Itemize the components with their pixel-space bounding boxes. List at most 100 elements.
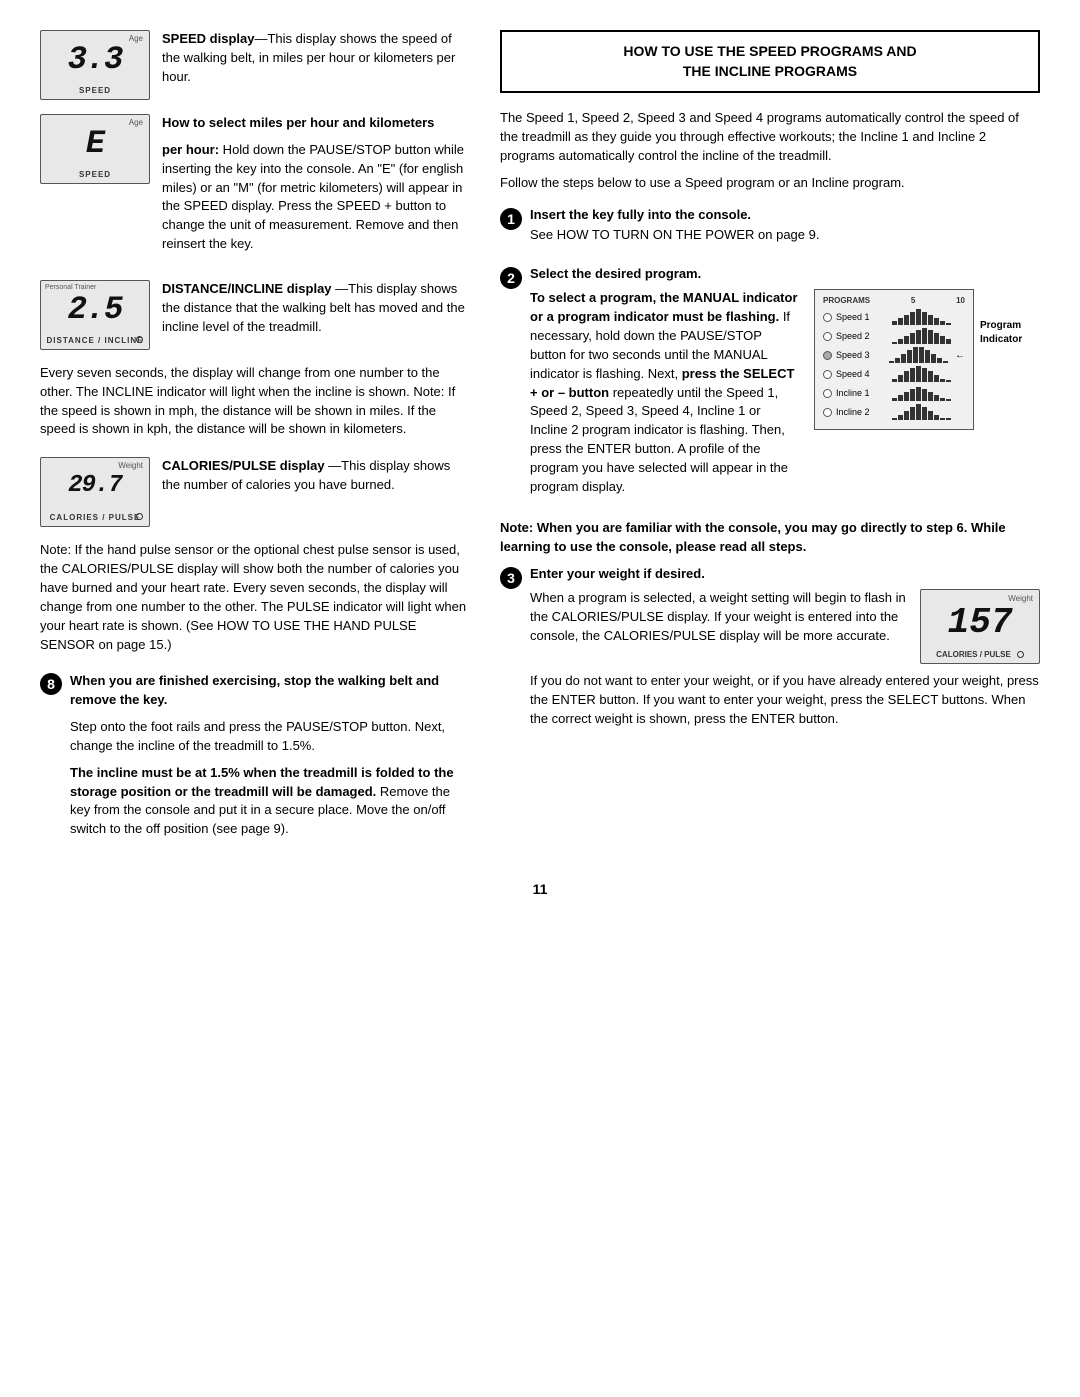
prog-bars-incline1 — [892, 385, 951, 401]
speed-lcd-display: Age 3.3 SPEED — [40, 30, 150, 100]
prog-label-incline2: Incline 2 — [836, 407, 888, 417]
distance-heading: DISTANCE/INCLINE — [162, 281, 283, 296]
step-8-content: When you are finished exercising, stop t… — [70, 672, 470, 847]
prog-bar — [946, 323, 951, 325]
right-intro: The Speed 1, Speed 2, Speed 3 and Speed … — [500, 109, 1040, 166]
distance-lcd-value: 2.5 — [68, 291, 123, 328]
step-8-block: 8 When you are finished exercising, stop… — [40, 672, 470, 847]
step-2-text-wrap: To select a program, the MANUAL indicato… — [530, 289, 800, 504]
step-2-content: Select the desired program. To select a … — [530, 266, 1040, 504]
step-3-text-area: When a program is selected, a weight set… — [530, 589, 908, 654]
prog-arrow: ← — [955, 350, 965, 361]
step-1-content: Insert the key fully into the console. S… — [530, 207, 1040, 253]
distance-section: Personal Trainer 2.5 DISTANCE / INCLINE … — [40, 280, 470, 439]
prog-bar — [910, 407, 915, 420]
prog-bar — [943, 361, 948, 363]
step-2-body: To select a program, the MANUAL indicato… — [530, 289, 800, 496]
distance-dot-indicator — [136, 336, 143, 343]
prog-bar — [889, 361, 894, 363]
prog-row-speed3: Speed 3 — [823, 347, 965, 363]
prog-row-speed2: Speed 2 — [823, 328, 965, 344]
prog-label-speed2: Speed 2 — [836, 331, 888, 341]
prog-header-right: 10 — [956, 296, 965, 305]
prog-bar — [895, 358, 900, 363]
prog-bar — [946, 418, 951, 420]
step-2-number: 2 — [500, 267, 522, 289]
speed-display-text: SPEED display—This display shows the spe… — [162, 30, 470, 95]
step-3-weight-display: Weight 157 CALORIES / PULSE — [920, 589, 1040, 664]
miles-section: Age E SPEED How to select miles per hour… — [40, 114, 470, 262]
prog-bars-speed2 — [892, 328, 951, 344]
step-3-number: 3 — [500, 567, 522, 589]
right-follow: Follow the steps below to use a Speed pr… — [500, 174, 1040, 193]
prog-bar — [898, 395, 903, 401]
prog-bar — [925, 350, 930, 363]
miles-text1: per hour: — [162, 142, 219, 157]
prog-bar — [910, 389, 915, 401]
left-column: Age 3.3 SPEED SPEED display—This display… — [40, 30, 470, 861]
prog-bar — [907, 350, 912, 363]
prog-row-speed1: Speed 1 — [823, 309, 965, 325]
prog-bar — [904, 411, 909, 420]
step-1-text: See HOW TO TURN ON THE POWER on page 9. — [530, 226, 1040, 245]
prog-bar — [922, 407, 927, 420]
distance-lcd-label: DISTANCE / INCLINE — [41, 336, 149, 345]
page-number: 11 — [40, 881, 1040, 897]
distance-note: Every seven seconds, the display will ch… — [40, 364, 470, 439]
prog-bar — [892, 342, 897, 344]
speed-lcd-label: SPEED — [41, 86, 149, 95]
step-8-heading: When you are finished exercising, stop t… — [70, 673, 439, 707]
miles-lcd-display: Age E SPEED — [40, 114, 150, 184]
prog-bar — [901, 354, 906, 363]
prog-radio-speed3 — [823, 351, 832, 360]
step-2-bold1: To select a program, the MANUAL indicato… — [530, 290, 798, 324]
program-indicator-label: ProgramIndicator — [980, 319, 1040, 347]
prog-bar — [916, 366, 921, 382]
prog-bar — [934, 333, 939, 344]
speed-display-section: Age 3.3 SPEED SPEED display—This display… — [40, 30, 470, 100]
prog-bar — [922, 389, 927, 401]
prog-header: PROGRAMS 5 10 — [823, 296, 965, 305]
prog-bar — [910, 333, 915, 344]
prog-radio-incline2 — [823, 408, 832, 417]
prog-bar — [904, 336, 909, 344]
prog-bar — [904, 392, 909, 401]
prog-bar — [946, 380, 951, 382]
prog-bar — [898, 375, 903, 382]
calories-lcd-label: CALORIES / PULSE — [41, 513, 149, 522]
prog-bar — [931, 354, 936, 363]
step-3-dot — [1017, 651, 1024, 658]
how-to-box: HOW TO USE THE SPEED PROGRAMS AND THE IN… — [500, 30, 1040, 93]
prog-bar — [946, 399, 951, 401]
prog-radio-speed2 — [823, 332, 832, 341]
step-1-number: 1 — [500, 208, 522, 230]
prog-bar — [940, 398, 945, 401]
miles-age-label: Age — [129, 118, 143, 127]
step-3-lcd-bottom: CALORIES / PULSE — [921, 650, 1039, 659]
calories-note: Note: If the hand pulse sensor or the op… — [40, 541, 470, 654]
speed-lcd-value: 3.3 — [68, 41, 123, 78]
prog-bar — [892, 379, 897, 382]
step-3-lcd-value: 157 — [948, 602, 1013, 643]
prog-bar — [928, 371, 933, 382]
prog-header-left: PROGRAMS — [823, 296, 870, 305]
prog-label-speed4: Speed 4 — [836, 369, 888, 379]
step-note-bold: Note: When you are familiar with the con… — [500, 519, 1040, 557]
prog-label-incline1: Incline 1 — [836, 388, 888, 398]
prog-bar — [922, 368, 927, 382]
step-3-heading: Enter your weight if desired. — [530, 566, 1040, 581]
step-2-block: 2 Select the desired program. To select … — [500, 266, 1040, 504]
calories-heading: CALORIES/PULSE — [162, 458, 276, 473]
prog-bar — [892, 321, 897, 325]
miles-display-text: How to select miles per hour and kilomet… — [162, 114, 470, 262]
prog-bar — [916, 404, 921, 420]
speed-display-heading: SPEED display — [162, 31, 254, 46]
prog-bars-incline2 — [892, 404, 951, 420]
step-3-text1: When a program is selected, a weight set… — [530, 589, 908, 646]
prog-bar — [916, 330, 921, 344]
step-2-heading: Select the desired program. — [530, 266, 1040, 281]
personal-trainer-label: Personal Trainer — [45, 284, 96, 291]
prog-row-incline2: Incline 2 — [823, 404, 965, 420]
step-2-text2: repeatedly until the Speed 1, Speed 2, S… — [530, 385, 788, 494]
prog-bar — [919, 347, 924, 363]
